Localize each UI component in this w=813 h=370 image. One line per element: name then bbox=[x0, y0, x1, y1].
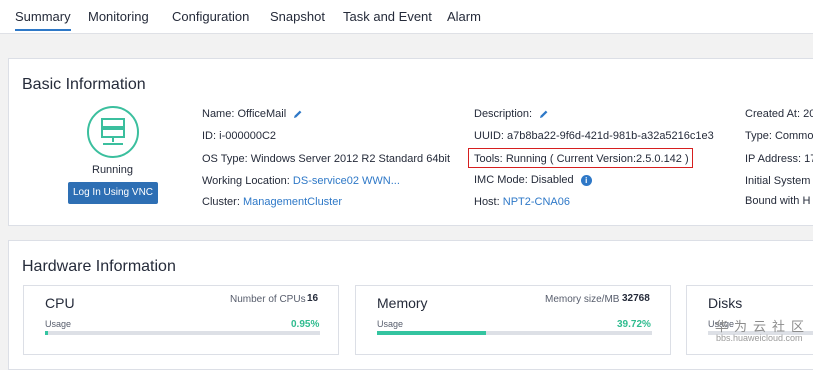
description-field: Description: bbox=[474, 108, 549, 120]
hardware-info-title: Hardware Information bbox=[22, 258, 176, 275]
info-icon[interactable]: i bbox=[580, 174, 592, 186]
location-field: Working Location: DS-service02 WWN... bbox=[202, 175, 400, 187]
vm-running-icon bbox=[87, 106, 139, 158]
cpu-usage-label: Usage bbox=[45, 319, 72, 329]
imc-field: IMC Mode: Disabled i bbox=[474, 174, 592, 186]
host-link[interactable]: NPT2-CNA06 bbox=[503, 196, 570, 208]
cpu-usage-value: 0.95% bbox=[291, 319, 320, 330]
cpu-count-label: Number of CPUs bbox=[230, 294, 306, 305]
description-label: Description: bbox=[474, 108, 533, 120]
cpu-panel: CPU Number of CPUs 16 Usage 0.95% bbox=[23, 285, 339, 355]
uuid-value: a7b8ba22-9f6d-421d-981b-a32a5216c1e3 bbox=[507, 130, 714, 142]
edit-description-icon[interactable] bbox=[539, 109, 549, 119]
vm-status: Running bbox=[92, 164, 133, 176]
name-value: OfficeMail bbox=[237, 108, 287, 120]
location-link[interactable]: DS-service02 WWN... bbox=[293, 175, 400, 187]
cluster-label: Cluster: bbox=[202, 196, 240, 208]
ip-address-field: IP Address: 17 bbox=[745, 153, 813, 165]
os-value: Windows Server 2012 R2 Standard 64bit bbox=[250, 153, 451, 165]
name-label: Name: bbox=[202, 108, 235, 120]
memory-size-value: 32768 bbox=[622, 293, 650, 304]
uuid-label: UUID: bbox=[474, 130, 504, 142]
tab-bar: Summary Monitoring Configuration Snapsho… bbox=[0, 0, 813, 34]
memory-panel: Memory Memory size/MB 32768 Usage 39.72% bbox=[355, 285, 671, 355]
created-at-field: Created At: 20 bbox=[745, 108, 813, 120]
tab-snapshot[interactable]: Snapshot bbox=[270, 9, 325, 24]
cpu-title: CPU bbox=[45, 295, 75, 311]
memory-usage-value: 39.72% bbox=[617, 319, 651, 330]
vnc-login-button[interactable]: Log In Using VNC bbox=[68, 182, 158, 204]
host-field: Host: NPT2-CNA06 bbox=[474, 196, 570, 208]
cpu-usage-fill bbox=[45, 331, 48, 335]
memory-usage-label: Usage bbox=[377, 319, 404, 329]
tab-configuration[interactable]: Configuration bbox=[172, 9, 249, 24]
watermark-url: bbs.huaweicloud.com bbox=[716, 333, 803, 343]
id-label: ID: bbox=[202, 130, 217, 142]
tab-task-and-event[interactable]: Task and Event bbox=[343, 9, 432, 24]
cpu-usage-bar bbox=[45, 331, 320, 335]
disks-title: Disks bbox=[708, 295, 743, 311]
bound-with-field: Bound with H bbox=[745, 195, 811, 207]
cpu-count-value: 16 bbox=[307, 293, 319, 304]
tab-monitoring[interactable]: Monitoring bbox=[88, 9, 149, 24]
basic-info-title: Basic Information bbox=[22, 76, 146, 93]
name-field: Name: OfficeMail bbox=[202, 108, 303, 120]
os-label: OS Type: bbox=[202, 153, 248, 165]
os-field: OS Type: Windows Server 2012 R2 Standard… bbox=[202, 153, 450, 165]
memory-usage-bar bbox=[377, 331, 652, 335]
tab-summary[interactable]: Summary bbox=[15, 9, 71, 31]
imc-value: Disabled bbox=[530, 174, 574, 186]
tab-alarm[interactable]: Alarm bbox=[447, 9, 481, 24]
edit-name-icon[interactable] bbox=[293, 109, 303, 119]
memory-size-label: Memory size/MB bbox=[545, 294, 620, 305]
tools-highlight-box bbox=[468, 148, 693, 168]
cluster-link[interactable]: ManagementCluster bbox=[243, 196, 342, 208]
memory-usage-fill bbox=[377, 331, 487, 335]
imc-label: IMC Mode: bbox=[474, 174, 528, 186]
location-label: Working Location: bbox=[202, 175, 290, 187]
id-field: ID: i-000000C2 bbox=[202, 130, 276, 142]
uuid-field: UUID: a7b8ba22-9f6d-421d-981b-a32a5216c1… bbox=[474, 130, 714, 142]
cluster-field: Cluster: ManagementCluster bbox=[202, 196, 342, 208]
host-label: Host: bbox=[474, 196, 500, 208]
id-value: i-000000C2 bbox=[219, 130, 276, 142]
type-field: Type: Commo bbox=[745, 130, 813, 142]
memory-title: Memory bbox=[377, 295, 428, 311]
initial-system-field: Initial System bbox=[745, 175, 811, 187]
